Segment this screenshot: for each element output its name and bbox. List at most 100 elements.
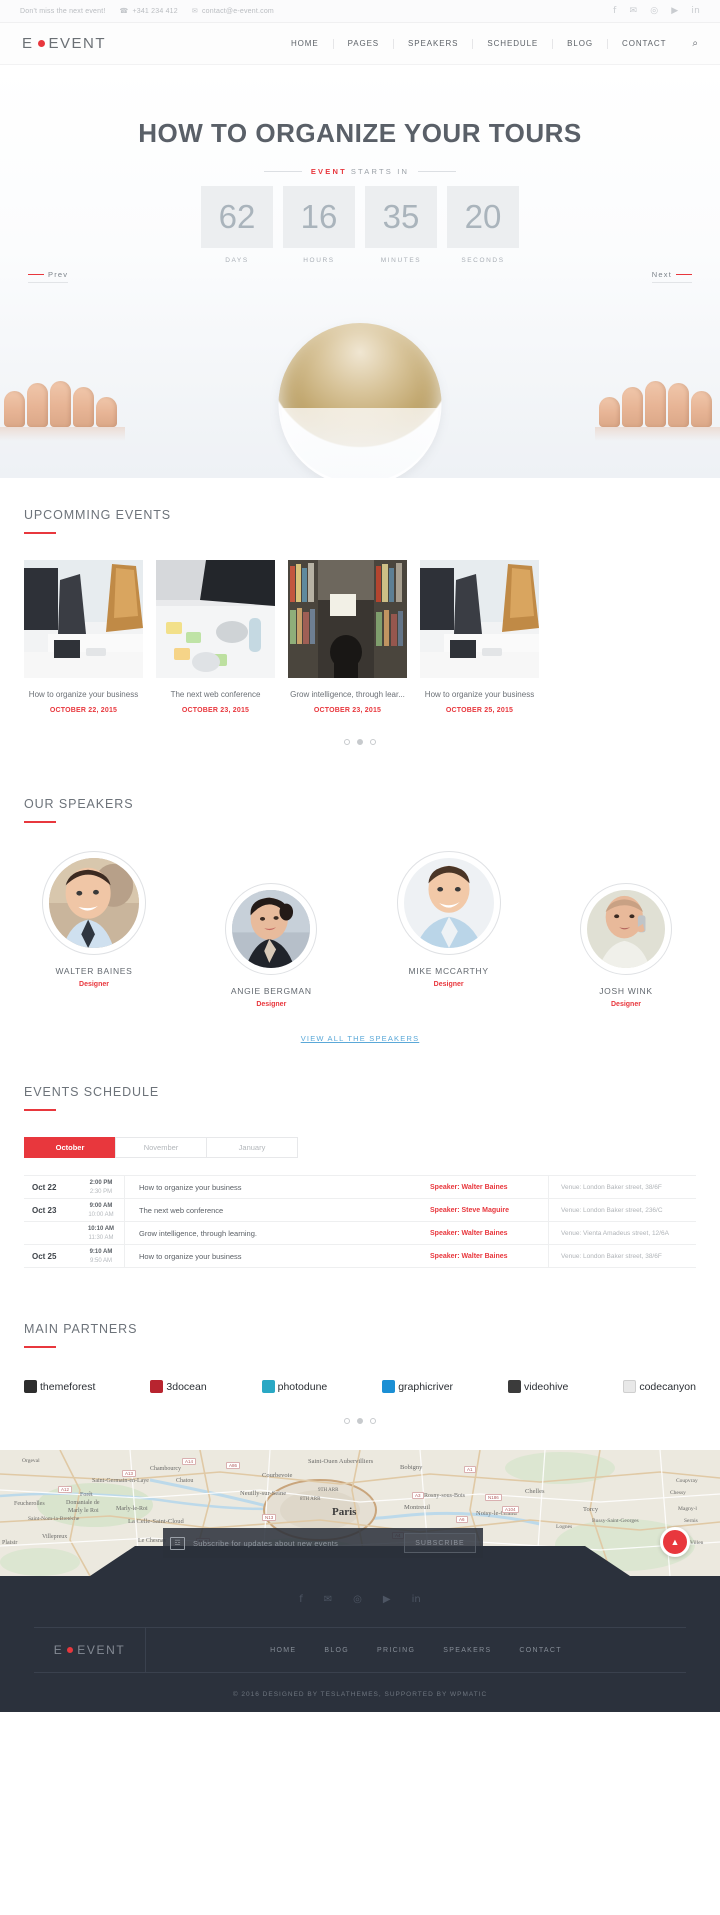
map-label: Chambourcy — [150, 1466, 181, 1472]
event-card[interactable]: How to organize your business OCTOBER 22… — [24, 560, 143, 714]
speaker-avatar-ring — [396, 851, 501, 955]
hero-prev-label: Prev — [48, 270, 69, 279]
nav-item-speakers[interactable]: SPEAKERS — [394, 38, 474, 49]
schedule-time-start: 10:10 AM — [87, 1225, 115, 1232]
carousel-dot[interactable] — [344, 1418, 350, 1424]
map-label: Magny-l — [678, 1506, 697, 1512]
section-rule — [24, 532, 56, 534]
nav-item-home[interactable]: HOME — [277, 38, 334, 49]
hero-next-button[interactable]: Next — [651, 270, 692, 283]
speaker-card[interactable]: MIKE MCCARTHY Designer — [379, 851, 519, 1008]
event-date: OCTOBER 22, 2015 — [49, 707, 118, 714]
tab-january[interactable]: January — [206, 1137, 298, 1158]
twitter-icon[interactable]: ✉ — [629, 6, 637, 16]
subscribe-form: ☲ Subscribe for updates about new events… — [163, 1528, 483, 1558]
partner-videohive[interactable]: videohive — [508, 1380, 568, 1393]
speakers-title: OUR SPEAKERS — [24, 797, 134, 811]
table-row[interactable]: Oct 25 9:10 AM 9:50 AM How to organize y… — [24, 1245, 696, 1268]
partner-codecanyon[interactable]: codecanyon — [623, 1380, 696, 1393]
carousel-dot[interactable] — [370, 1418, 376, 1424]
map-label: Sernis — [684, 1518, 698, 1524]
site-logo[interactable]: E EVENT — [22, 35, 106, 52]
carousel-dot-active[interactable] — [357, 739, 363, 745]
logo-dot-icon — [67, 1647, 74, 1653]
event-card[interactable]: The next web conference OCTOBER 23, 2015 — [156, 560, 275, 714]
partners-title: MAIN PARTNERS — [24, 1322, 138, 1336]
footer-logo[interactable]: E EVENT — [34, 1628, 146, 1672]
hero-prev-button[interactable]: Prev — [28, 270, 69, 283]
youtube-icon[interactable]: ▶ — [383, 1594, 391, 1605]
topbar-email[interactable]: ✉ contact@e-event.com — [192, 7, 274, 16]
schedule-tabs: October November January — [24, 1137, 696, 1158]
youtube-icon[interactable]: ▶ — [671, 6, 678, 16]
subscribe-button[interactable]: SUBSCRIBE — [404, 1533, 476, 1553]
tab-november[interactable]: November — [115, 1137, 207, 1158]
subscribe-input[interactable]: Subscribe for updates about new events — [193, 1539, 404, 1548]
nav-item-schedule[interactable]: SCHEDULE — [473, 38, 554, 49]
events-carousel-dots — [24, 739, 696, 745]
schedule-venue: Venue: London Baker street, 38/6F — [548, 1245, 696, 1267]
partner-3docean[interactable]: 3docean — [150, 1380, 207, 1393]
nav-item-blog[interactable]: BLOG — [553, 38, 609, 49]
footer-nav-home[interactable]: HOME — [270, 1647, 296, 1654]
topbar-phone-text: +341 234 412 — [132, 7, 178, 15]
partner-photodune[interactable]: photodune — [261, 1380, 328, 1393]
map-label: Chelles — [525, 1488, 545, 1495]
schedule-time: 10:10 AM 11:30 AM — [78, 1225, 124, 1242]
speaker-card[interactable]: JOSH WINK Designer — [556, 883, 696, 1008]
partner-label: photodune — [277, 1380, 328, 1393]
countdown-minutes-value: 35 — [365, 186, 437, 248]
footer-nav-blog[interactable]: BLOG — [324, 1647, 349, 1654]
footer-nav-speakers[interactable]: SPEAKERS — [443, 1647, 491, 1654]
event-title: The next web conference — [170, 690, 261, 699]
scroll-to-top-button[interactable]: ▲ — [660, 1527, 690, 1557]
schedule-day: Oct 25 — [32, 1251, 57, 1261]
speaker-name: JOSH WINK — [599, 986, 653, 996]
chevron-up-icon: ▲ — [670, 1537, 680, 1547]
schedule-event-name: How to organize your business — [124, 1176, 430, 1198]
partners-carousel-dots — [24, 1418, 696, 1424]
carousel-dot-active[interactable] — [357, 1418, 363, 1424]
hero-illustration — [0, 323, 720, 478]
event-card[interactable]: How to organize your business OCTOBER 25… — [420, 560, 539, 714]
dribbble-icon[interactable]: ◎ — [353, 1594, 362, 1605]
speaker-card[interactable]: WALTER BAINES Designer — [24, 851, 164, 1008]
carousel-dot[interactable] — [344, 739, 350, 745]
countdown-unit-seconds: 20 SECONDS — [447, 186, 519, 264]
nav-item-pages[interactable]: PAGES — [334, 38, 395, 49]
schedule-venue: Venue: London Baker street, 38/6F — [548, 1176, 696, 1198]
main-nav: HOME PAGES SPEAKERS SCHEDULE BLOG CONTAC… — [277, 38, 698, 49]
map-label: 9TH ARR — [318, 1488, 339, 1493]
linkedin-icon[interactable]: in — [691, 6, 700, 16]
speaker-card[interactable]: ANGIE BERGMAN Designer — [201, 883, 341, 1008]
nav-item-contact[interactable]: CONTACT — [608, 39, 680, 49]
themeforest-icon — [24, 1380, 37, 1393]
footer-nav-pricing[interactable]: PRICING — [377, 1647, 415, 1654]
carousel-dot[interactable] — [370, 739, 376, 745]
location-map[interactable]: Paris Chambourcy Saint-Germain-en-Laye C… — [0, 1450, 720, 1576]
map-label: Saint-Nom-la-Bretèche — [28, 1516, 80, 1522]
table-row[interactable]: Oct 23 9:00 AM 10:00 AM The next web con… — [24, 1199, 696, 1222]
linkedin-icon[interactable]: in — [412, 1594, 421, 1605]
event-card[interactable]: Grow intelligence, through lear... OCTOB… — [288, 560, 407, 714]
view-all-speakers-link[interactable]: VIEW ALL THE SPEAKERS — [24, 1034, 696, 1043]
dribbble-icon[interactable]: ◎ — [650, 6, 658, 16]
table-row[interactable]: Oct 22 2:00 PM 2:30 PM How to organize y… — [24, 1176, 696, 1199]
partner-themeforest[interactable]: themeforest — [24, 1380, 95, 1393]
map-label: Marly le Roi — [68, 1508, 99, 1514]
facebook-icon[interactable]: f — [299, 1594, 303, 1605]
partner-graphicriver[interactable]: graphicriver — [382, 1380, 453, 1393]
tab-october[interactable]: October — [24, 1137, 116, 1158]
facebook-icon[interactable]: f — [613, 6, 616, 16]
footer-nav-contact[interactable]: CONTACT — [519, 1647, 561, 1654]
speaker-avatar-ring — [42, 851, 146, 955]
schedule-event-name: Grow intelligence, through learning. — [124, 1222, 430, 1244]
twitter-icon[interactable]: ✉ — [324, 1594, 332, 1605]
road-tag: A13 — [122, 1470, 137, 1477]
table-row[interactable]: 10:10 AM 11:30 AM Grow intelligence, thr… — [24, 1222, 696, 1245]
topbar-phone[interactable]: ☎ +341 234 412 — [120, 7, 178, 16]
upcoming-events-section: UPCOMMING EVENTS How to organize your bu… — [0, 478, 720, 773]
speaker-role: Designer — [256, 1001, 287, 1008]
map-label: Chatou — [176, 1478, 194, 1484]
search-icon[interactable]: ⌕ — [692, 38, 698, 49]
